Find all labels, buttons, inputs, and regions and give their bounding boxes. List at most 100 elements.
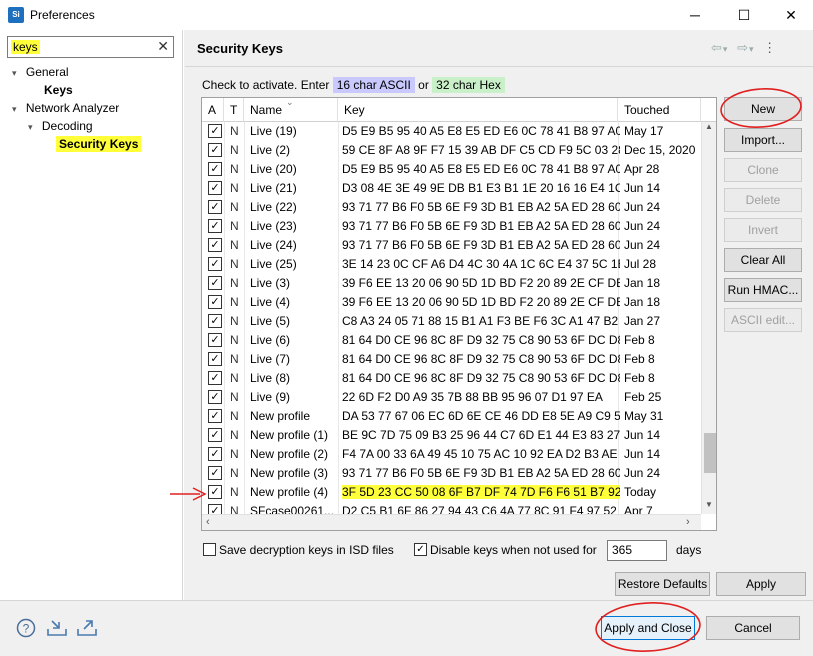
tree-item-network-analyzer[interactable]: ▾ Network Analyzer — [12, 101, 119, 115]
clone-button[interactable]: Clone — [724, 158, 802, 182]
scroll-down-icon[interactable]: ▼ — [705, 500, 713, 509]
scroll-right-icon[interactable]: › — [686, 516, 690, 528]
apply-and-close-button[interactable]: Apply and Close — [601, 616, 695, 640]
more-menu-icon[interactable]: ⋮ — [763, 40, 777, 55]
column-header-type[interactable]: T — [224, 98, 244, 122]
import-preferences-icon[interactable] — [46, 618, 67, 638]
row-active-checkbox[interactable]: ✓ — [208, 428, 222, 442]
save-keys-checkbox[interactable] — [203, 543, 216, 556]
row-active-checkbox[interactable]: ✓ — [208, 485, 222, 499]
tree-item-general[interactable]: ▾ General — [12, 65, 69, 79]
table-row[interactable]: ✓ N New profile (4) 3F 5D 23 CC 50 08 6F B7… — [202, 483, 700, 502]
row-key[interactable]: 39 F6 EE 13 20 06 90 5D 1D BD F2 20 89 2… — [342, 293, 620, 312]
row-active-checkbox[interactable]: ✓ — [208, 181, 222, 195]
row-key[interactable]: D3 08 4E 3E 49 9E DB B1 E3 B1 1E 20 16 1… — [342, 179, 620, 198]
clear-all-button[interactable]: Clear All — [724, 248, 802, 272]
table-row[interactable]: ✓ N Live (20) D5 E9 B5 95 40 A5 E8 E5 ED E6… — [202, 160, 700, 179]
row-key[interactable]: 93 71 77 B6 F0 5B 6E F9 3D B1 EB A2 5A E… — [342, 464, 620, 483]
table-row[interactable]: ✓ N New profile (3) 93 71 77 B6 F0 5B 6E F9… — [202, 464, 700, 483]
row-key[interactable]: BE 9C 7D 75 09 B3 25 96 44 C7 6D E1 44 E… — [342, 426, 620, 445]
table-row[interactable]: ✓ N Live (25) 3E 14 23 0C CF A6 D4 4C 30 4A… — [202, 255, 700, 274]
restore-defaults-button[interactable]: Restore Defaults — [615, 572, 710, 596]
table-row[interactable]: ✓ N New profile DA 53 77 67 06 EC 6D 6E CE … — [202, 407, 700, 426]
delete-button[interactable]: Delete — [724, 188, 802, 212]
maximize-button[interactable]: ☐ — [724, 4, 764, 26]
column-header-active[interactable]: A — [202, 98, 224, 122]
chevron-down-icon[interactable]: ▾ — [28, 122, 33, 132]
row-active-checkbox[interactable]: ✓ — [208, 447, 222, 461]
row-key[interactable]: 3E 14 23 0C CF A6 D4 4C 30 4A 1C 6C E4 3… — [342, 255, 620, 274]
minimize-button[interactable]: ─ — [675, 4, 715, 26]
row-key[interactable]: D5 E9 B5 95 40 A5 E8 E5 ED E6 0C 78 41 B… — [342, 122, 620, 141]
row-active-checkbox[interactable]: ✓ — [208, 219, 222, 233]
row-active-checkbox[interactable]: ✓ — [208, 333, 222, 347]
row-key[interactable]: 81 64 D0 CE 96 8C 8F D9 32 75 C8 90 53 6… — [342, 331, 620, 350]
row-key[interactable]: C8 A3 24 05 71 88 15 B1 A1 F3 BE F6 3C A… — [342, 312, 620, 331]
clear-filter-icon[interactable]: ✕ — [157, 38, 169, 55]
row-active-checkbox[interactable]: ✓ — [208, 352, 222, 366]
export-preferences-icon[interactable] — [76, 618, 97, 638]
invert-button[interactable]: Invert — [724, 218, 802, 242]
table-row[interactable]: ✓ N Live (9) 22 6D F2 D0 A9 35 7B 88 BB 95 … — [202, 388, 700, 407]
row-active-checkbox[interactable]: ✓ — [208, 238, 222, 252]
days-input[interactable]: 365 — [607, 540, 667, 561]
row-active-checkbox[interactable]: ✓ — [208, 371, 222, 385]
chevron-down-icon[interactable]: ▾ — [749, 44, 755, 54]
row-key[interactable]: F4 7A 00 33 6A 49 45 10 75 AC 10 92 EA D… — [342, 445, 620, 464]
cancel-button[interactable]: Cancel — [706, 616, 800, 640]
chevron-down-icon[interactable]: ▾ — [12, 68, 17, 78]
row-key[interactable]: 22 6D F2 D0 A9 35 7B 88 BB 95 96 07 D1 9… — [342, 388, 620, 407]
tree-item-security-keys[interactable]: Security Keys — [56, 136, 142, 152]
table-row[interactable]: ✓ N Live (22) 93 71 77 B6 F0 5B 6E F9 3D B1… — [202, 198, 700, 217]
column-header-touched[interactable]: Touched — [618, 98, 701, 122]
table-row[interactable]: ✓ N Live (19) D5 E9 B5 95 40 A5 E8 E5 ED E6… — [202, 122, 700, 141]
row-active-checkbox[interactable]: ✓ — [208, 124, 222, 138]
tree-item-keys[interactable]: Keys — [44, 83, 73, 97]
column-header-name[interactable]: Name ⌄ — [244, 98, 338, 122]
close-button[interactable]: ✕ — [771, 4, 811, 26]
scroll-up-icon[interactable]: ▲ — [705, 122, 713, 131]
row-key[interactable]: 93 71 77 B6 F0 5B 6E F9 3D B1 EB A2 5A E… — [342, 236, 620, 255]
run-hmac-button[interactable]: Run HMAC... — [724, 278, 802, 302]
row-key[interactable]: 93 71 77 B6 F0 5B 6E F9 3D B1 EB A2 5A E… — [342, 198, 620, 217]
new-button[interactable]: New — [724, 97, 802, 121]
apply-button[interactable]: Apply — [716, 572, 806, 596]
vertical-scrollbar[interactable]: ▲ ▼ — [701, 122, 716, 514]
help-icon[interactable]: ? — [16, 618, 36, 638]
row-key[interactable]: 39 F6 EE 13 20 06 90 5D 1D BD F2 20 89 2… — [342, 274, 620, 293]
row-active-checkbox[interactable]: ✓ — [208, 295, 222, 309]
row-key[interactable]: 3F 5D 23 CC 50 08 6F B7 DF 74 7D F6 F6 5… — [342, 483, 620, 502]
row-active-checkbox[interactable]: ✓ — [208, 276, 222, 290]
chevron-down-icon[interactable]: ▾ — [723, 44, 729, 54]
table-row[interactable]: ✓ N Live (3) 39 F6 EE 13 20 06 90 5D 1D BD … — [202, 274, 700, 293]
column-header-key[interactable]: Key — [338, 98, 618, 122]
table-row[interactable]: ✓ N Live (2) 59 CE 8F A8 9F F7 15 39 AB DF … — [202, 141, 700, 160]
table-row[interactable]: ✓ N Live (8) 81 64 D0 CE 96 8C 8F D9 32 75 … — [202, 369, 700, 388]
row-key[interactable]: 81 64 D0 CE 96 8C 8F D9 32 75 C8 90 53 6… — [342, 350, 620, 369]
table-row[interactable]: ✓ N Live (21) D3 08 4E 3E 49 9E DB B1 E3 B1… — [202, 179, 700, 198]
disable-keys-checkbox[interactable]: ✓ — [414, 543, 427, 556]
table-row[interactable]: ✓ N Live (5) C8 A3 24 05 71 88 15 B1 A1 F3 … — [202, 312, 700, 331]
ascii-edit-button[interactable]: ASCII edit... — [724, 308, 802, 332]
table-row[interactable]: ✓ N New profile (1) BE 9C 7D 75 09 B3 25 96… — [202, 426, 700, 445]
scroll-left-icon[interactable]: ‹ — [206, 516, 210, 528]
row-active-checkbox[interactable]: ✓ — [208, 162, 222, 176]
back-arrow-icon[interactable]: ⇦ — [711, 40, 723, 55]
row-key[interactable]: 59 CE 8F A8 9F F7 15 39 AB DF C5 CD F9 5… — [342, 141, 620, 160]
forward-arrow-icon[interactable]: ⇨ — [737, 40, 749, 55]
row-key[interactable]: 81 64 D0 CE 96 8C 8F D9 32 75 C8 90 53 6… — [342, 369, 620, 388]
row-key[interactable]: 93 71 77 B6 F0 5B 6E F9 3D B1 EB A2 5A E… — [342, 217, 620, 236]
tree-item-decoding[interactable]: ▾ Decoding — [28, 119, 93, 133]
row-active-checkbox[interactable]: ✓ — [208, 257, 222, 271]
row-active-checkbox[interactable]: ✓ — [208, 314, 222, 328]
chevron-down-icon[interactable]: ▾ — [12, 104, 17, 114]
import-button[interactable]: Import... — [724, 128, 802, 152]
table-row[interactable]: ✓ N New profile (2) F4 7A 00 33 6A 49 45 10… — [202, 445, 700, 464]
row-key[interactable]: DA 53 77 67 06 EC 6D 6E CE 46 DD E8 5E A… — [342, 407, 620, 426]
scroll-thumb[interactable] — [704, 433, 716, 473]
table-row[interactable]: ✓ N Live (23) 93 71 77 B6 F0 5B 6E F9 3D B1… — [202, 217, 700, 236]
filter-input[interactable]: keys ✕ — [7, 36, 174, 58]
table-row[interactable]: ✓ N Live (7) 81 64 D0 CE 96 8C 8F D9 32 75 … — [202, 350, 700, 369]
row-key[interactable]: D5 E9 B5 95 40 A5 E8 E5 ED E6 0C 78 41 B… — [342, 160, 620, 179]
row-active-checkbox[interactable]: ✓ — [208, 466, 222, 480]
